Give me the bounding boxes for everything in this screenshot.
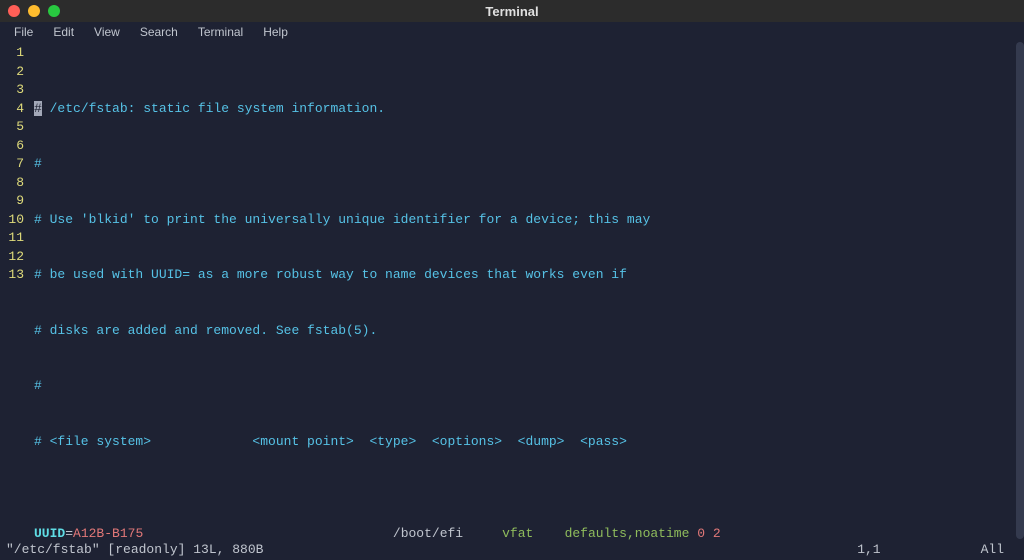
- menubar: File Edit View Search Terminal Help: [0, 22, 1024, 42]
- status-file-info: "/etc/fstab" [readonly] 13L, 880B: [6, 539, 857, 560]
- line-number: 10: [0, 211, 24, 230]
- line-number: 3: [0, 81, 24, 100]
- editor-viewport[interactable]: 1 2 3 4 5 6 7 8 9 10 11 12 13 # /etc/fst…: [0, 42, 1024, 539]
- close-icon[interactable]: [8, 5, 20, 17]
- line-number: 6: [0, 137, 24, 156]
- line-number: 12: [0, 248, 24, 267]
- line-number-gutter: 1 2 3 4 5 6 7 8 9 10 11 12 13: [0, 44, 28, 539]
- line-number: 5: [0, 118, 24, 137]
- code-line: # Use 'blkid' to print the universally u…: [34, 211, 1024, 230]
- menu-help[interactable]: Help: [253, 23, 298, 41]
- code-line: # disks are added and removed. See fstab…: [34, 322, 1024, 341]
- menu-edit[interactable]: Edit: [43, 23, 84, 41]
- comment-text: /etc/fstab: static file system informati…: [42, 101, 385, 116]
- line-number: 13: [0, 266, 24, 285]
- line-number: 9: [0, 192, 24, 211]
- menu-terminal[interactable]: Terminal: [188, 23, 253, 41]
- status-cursor-position: 1,1: [857, 539, 880, 560]
- menu-view[interactable]: View: [84, 23, 130, 41]
- maximize-icon[interactable]: [48, 5, 60, 17]
- titlebar: Terminal: [0, 0, 1024, 22]
- code-area[interactable]: # /etc/fstab: static file system informa…: [28, 44, 1024, 539]
- scrollbar[interactable]: [1016, 42, 1024, 539]
- line-number: 1: [0, 44, 24, 63]
- code-line: # /etc/fstab: static file system informa…: [34, 100, 1024, 119]
- window-controls: [8, 5, 60, 17]
- minimize-icon[interactable]: [28, 5, 40, 17]
- line-number: 4: [0, 100, 24, 119]
- code-line: #: [34, 155, 1024, 174]
- menu-search[interactable]: Search: [130, 23, 188, 41]
- code-line: # be used with UUID= as a more robust wa…: [34, 266, 1024, 285]
- window-title: Terminal: [485, 4, 538, 19]
- line-number: 11: [0, 229, 24, 248]
- code-line: #: [34, 377, 1024, 396]
- line-number: 8: [0, 174, 24, 193]
- code-line: # <file system> <mount point> <type> <op…: [34, 433, 1024, 452]
- line-number: 2: [0, 63, 24, 82]
- status-scroll-position: All: [981, 539, 1004, 560]
- vim-status-bar: "/etc/fstab" [readonly] 13L, 880B 1,1 Al…: [0, 539, 1024, 560]
- cursor: #: [34, 101, 42, 116]
- menu-file[interactable]: File: [4, 23, 43, 41]
- line-number: 7: [0, 155, 24, 174]
